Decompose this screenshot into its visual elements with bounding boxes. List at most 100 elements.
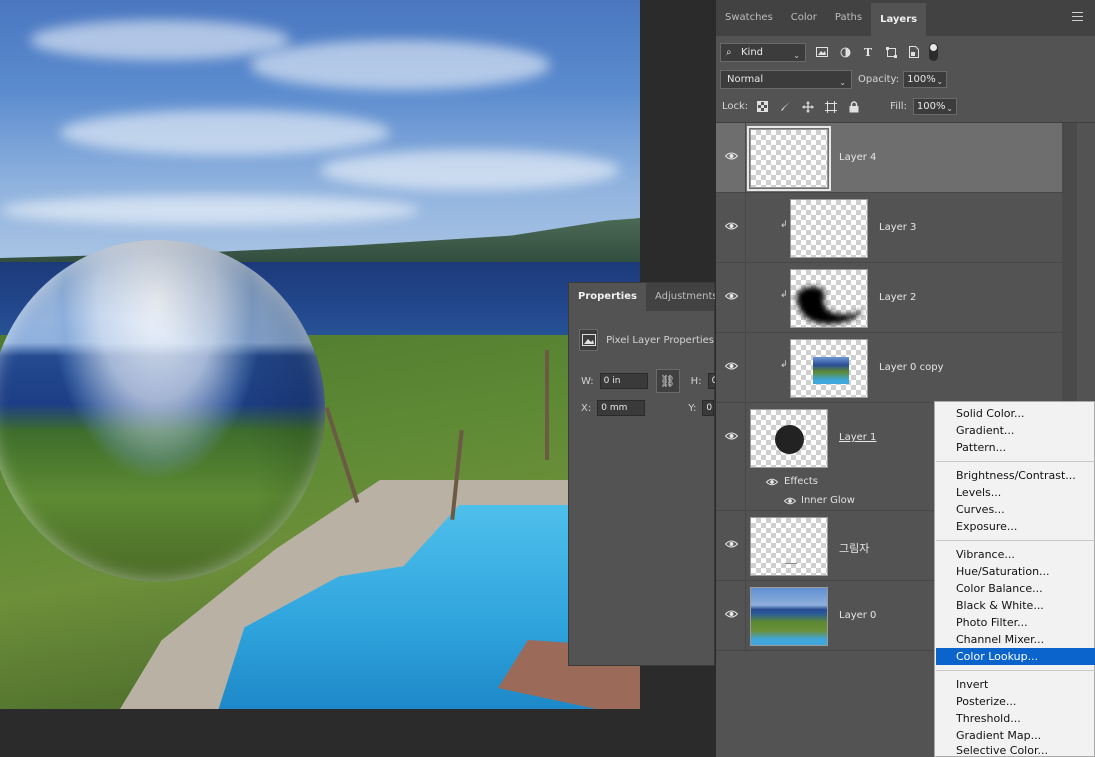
lock-label: Lock: [722, 101, 749, 112]
layer-row[interactable]: Layer 4 [716, 123, 1062, 193]
chevron-down-icon: ⌄ [946, 104, 953, 113]
eye-icon[interactable] [724, 291, 738, 301]
eye-icon[interactable] [766, 478, 778, 486]
canvas-image[interactable] [0, 0, 640, 709]
eye-icon[interactable] [724, 539, 738, 549]
menu-item-invert[interactable]: Invert [936, 676, 1095, 693]
x-field[interactable]: 0 mm [597, 400, 646, 416]
width-row: W: 0 in ⛓ H: 0 [581, 369, 720, 393]
tab-paths[interactable]: Paths [826, 3, 871, 33]
link-dimensions-button[interactable]: ⛓ [655, 369, 680, 393]
eye-icon[interactable] [724, 431, 738, 441]
layer-thumbnail[interactable] [750, 587, 828, 646]
menu-item-pattern[interactable]: Pattern... [936, 439, 1095, 456]
panel-menu-icon[interactable] [1072, 12, 1083, 21]
smart-object-filter-icon[interactable] [907, 45, 921, 59]
layer-row[interactable]: ↲ Layer 0 copy [716, 333, 1062, 403]
fill-field[interactable]: 100% ⌄ [912, 98, 957, 115]
pixel-layer-header: Pixel Layer Properties [579, 327, 714, 353]
layer-thumbnail[interactable] [790, 269, 868, 328]
lock-all-icon[interactable] [848, 100, 860, 113]
eye-icon[interactable] [724, 221, 738, 231]
layer-row[interactable]: ↲ Layer 3 [716, 193, 1062, 263]
filter-toggle[interactable] [929, 43, 938, 61]
width-field[interactable]: 0 in [599, 373, 648, 389]
opacity-field[interactable]: 100% ⌄ [903, 71, 948, 88]
layer-name[interactable]: Layer 0 [839, 610, 876, 621]
blend-row: Normal ⌄ Opacity: 100% ⌄ [720, 70, 948, 89]
eye-icon[interactable] [724, 609, 738, 619]
layer-thumbnail[interactable] [747, 126, 831, 191]
type-filter-icon[interactable]: T [861, 45, 875, 59]
menu-item-channel-mixer[interactable]: Channel Mixer... [936, 631, 1095, 648]
layer-name[interactable]: Layer 1 [839, 432, 876, 443]
chevron-down-icon: ⌄ [793, 50, 800, 60]
menu-item-brightness-contrast[interactable]: Brightness/Contrast... [936, 467, 1095, 484]
layer-name[interactable]: 그림자 [839, 540, 869, 556]
filter-kind-value: Kind [741, 46, 764, 58]
menu-item-curves[interactable]: Curves... [936, 501, 1095, 518]
y-field[interactable]: 0 [702, 400, 715, 416]
shape-filter-icon[interactable] [884, 45, 898, 59]
shadow-preview [785, 563, 797, 564]
menu-item-levels[interactable]: Levels... [936, 484, 1095, 501]
visibility-cell[interactable] [716, 581, 746, 650]
layer-name[interactable]: Layer 0 copy [879, 362, 943, 373]
visibility-cell[interactable] [716, 403, 746, 510]
tab-color[interactable]: Color [782, 3, 826, 33]
blend-mode-value: Normal [727, 74, 764, 85]
y-label: Y: [688, 402, 697, 414]
layer-filter-row: ⌕ Kind ⌄ T [720, 42, 938, 62]
link-icon: ⛓ [660, 374, 676, 388]
layer-name[interactable]: Layer 4 [839, 152, 876, 163]
layer-thumbnail[interactable] [750, 517, 828, 576]
pixel-layer-title: Pixel Layer Properties [606, 334, 714, 346]
lock-brush-icon[interactable] [779, 101, 791, 113]
cloud [60, 110, 390, 155]
tab-swatches[interactable]: Swatches [716, 3, 782, 33]
opacity-value: 100% [907, 74, 936, 85]
layer-thumbnail[interactable] [790, 199, 868, 258]
menu-item-photo-filter[interactable]: Photo Filter... [936, 614, 1095, 631]
sphere-shading [0, 240, 325, 582]
adjustment-filter-icon[interactable] [838, 45, 852, 59]
menu-item-gradient[interactable]: Gradient... [936, 422, 1095, 439]
menu-item-color-lookup[interactable]: Color Lookup... [936, 648, 1095, 665]
position-row: X: 0 mm Y: 0 [581, 400, 715, 416]
layer-name[interactable]: Layer 3 [879, 222, 916, 233]
menu-separator [936, 670, 1095, 671]
lock-transparent-icon[interactable] [756, 101, 768, 113]
eye-icon[interactable] [724, 361, 738, 371]
menu-item-exposure[interactable]: Exposure... [936, 518, 1095, 535]
visibility-cell[interactable] [716, 511, 746, 580]
menu-item-hue-saturation[interactable]: Hue/Saturation... [936, 563, 1095, 580]
visibility-cell[interactable] [716, 193, 746, 262]
effects-row[interactable]: Effects [766, 476, 818, 487]
menu-item-color-balance[interactable]: Color Balance... [936, 580, 1095, 597]
menu-item-posterize[interactable]: Posterize... [936, 693, 1095, 710]
menu-separator [936, 540, 1095, 541]
inner-glow-row[interactable]: Inner Glow [784, 495, 855, 506]
menu-item-solid-color[interactable]: Solid Color... [936, 405, 1095, 422]
visibility-cell[interactable] [716, 123, 746, 192]
lock-move-icon[interactable] [802, 100, 815, 113]
eye-icon[interactable] [784, 497, 796, 505]
filter-kind-select[interactable]: ⌕ Kind ⌄ [720, 42, 806, 62]
tab-properties[interactable]: Properties [569, 283, 646, 311]
blend-mode-select[interactable]: Normal ⌄ [720, 70, 852, 89]
layer-thumbnail[interactable] [790, 339, 868, 398]
eye-icon[interactable] [724, 151, 738, 161]
menu-item-selective-color[interactable]: Selective Color... [936, 742, 1095, 757]
layer-row[interactable]: ↲ Layer 2 [716, 263, 1062, 333]
pixel-filter-icon[interactable] [815, 45, 829, 59]
menu-item-black-white[interactable]: Black & White... [936, 597, 1095, 614]
lock-artboard-icon[interactable] [825, 100, 838, 113]
visibility-cell[interactable] [716, 333, 746, 402]
menu-item-threshold[interactable]: Threshold... [936, 710, 1095, 727]
menu-item-vibrance[interactable]: Vibrance... [936, 546, 1095, 563]
visibility-cell[interactable] [716, 263, 746, 332]
opacity-label: Opacity: [858, 74, 900, 85]
layer-name[interactable]: Layer 2 [879, 292, 916, 303]
tab-layers[interactable]: Layers [871, 3, 927, 36]
layer-thumbnail[interactable] [750, 409, 828, 468]
